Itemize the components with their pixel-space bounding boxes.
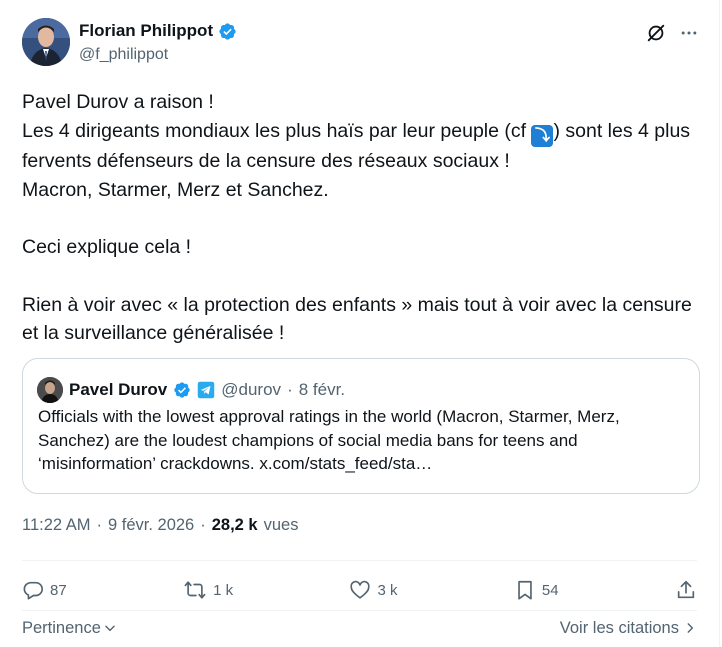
meta-separator: ·: [96, 516, 103, 534]
telegram-badge-icon: [197, 381, 215, 399]
bookmark-icon: [514, 579, 536, 601]
post-detail: Florian Philippot @f_philippot Pavel Dur…: [0, 0, 720, 647]
post-line-4: Ceci explique cela !: [22, 236, 192, 259]
more-options-icon[interactable]: [679, 23, 699, 43]
post-meta: 11:22 AM · 9 févr. 2026 · 28,2 k vues: [22, 516, 298, 535]
author-handle[interactable]: @f_philippot: [79, 46, 168, 64]
views-label: vues: [263, 516, 299, 534]
like-count: 3 k: [377, 581, 398, 599]
verified-badge-icon: [173, 381, 191, 399]
action-bar: 87 1 k 3 k 54: [22, 572, 697, 608]
author-avatar[interactable]: [22, 18, 70, 66]
heart-icon: [349, 579, 371, 601]
quoted-author-avatar: [37, 377, 63, 403]
divider: [22, 610, 697, 611]
like-button[interactable]: 3 k: [349, 579, 398, 601]
post-line-5: Rien à voir avec « la protection des enf…: [22, 293, 698, 345]
post-header: Florian Philippot @f_philippot: [22, 18, 699, 70]
post-line-1: Pavel Durov a raison !: [22, 91, 214, 113]
repost-button[interactable]: 1 k: [183, 579, 233, 601]
replies-footer: Pertinence Voir les citations: [22, 616, 697, 640]
divider: [22, 560, 697, 561]
post-date[interactable]: 9 févr. 2026: [108, 516, 194, 535]
share-button[interactable]: [675, 579, 697, 601]
reply-count: 87: [50, 581, 67, 599]
meta-separator: ·: [200, 516, 206, 534]
post-time[interactable]: 11:22 AM: [22, 516, 91, 535]
view-quotes-label: Voir les citations: [559, 618, 679, 637]
sort-dropdown[interactable]: Pertinence: [22, 619, 117, 638]
share-icon: [675, 579, 697, 601]
sort-label: Pertinence: [22, 618, 101, 637]
quoted-post[interactable]: Pavel Durov @durov · 8 févr. Officials w…: [22, 358, 700, 494]
post-line-2a: Les 4 dirigeants mondiaux les plus haïs …: [22, 119, 532, 142]
arrow-down-right-emoji-icon: ⤵: [531, 125, 554, 148]
post-text: Pavel Durov a raison ! Les 4 dirigeants …: [22, 88, 702, 348]
reply-icon: [22, 579, 44, 601]
post-line-3: Macron, Starmer, Merz et Sanchez.: [22, 178, 329, 201]
quoted-text: Officials with the lowest approval ratin…: [38, 407, 620, 473]
view-quotes-link[interactable]: Voir les citations: [560, 619, 697, 638]
chevron-right-icon: [683, 621, 697, 635]
reply-button[interactable]: 87: [22, 579, 67, 601]
quoted-author-name: Pavel Durov: [69, 380, 168, 399]
views-count: 28,2 k: [211, 516, 258, 534]
quoted-date: 8 févr.: [298, 380, 346, 399]
quoted-author-handle: @durov: [221, 380, 282, 399]
verified-badge-icon: [218, 22, 237, 41]
repost-icon: [183, 579, 207, 601]
repost-count: 1 k: [213, 581, 234, 599]
bookmark-button[interactable]: 54: [514, 579, 559, 601]
grok-icon[interactable]: [645, 22, 667, 44]
quoted-separator: ·: [287, 380, 293, 399]
bookmark-count: 54: [541, 581, 559, 599]
author-name[interactable]: Florian Philippot: [79, 21, 213, 41]
chevron-down-icon: [103, 621, 117, 635]
